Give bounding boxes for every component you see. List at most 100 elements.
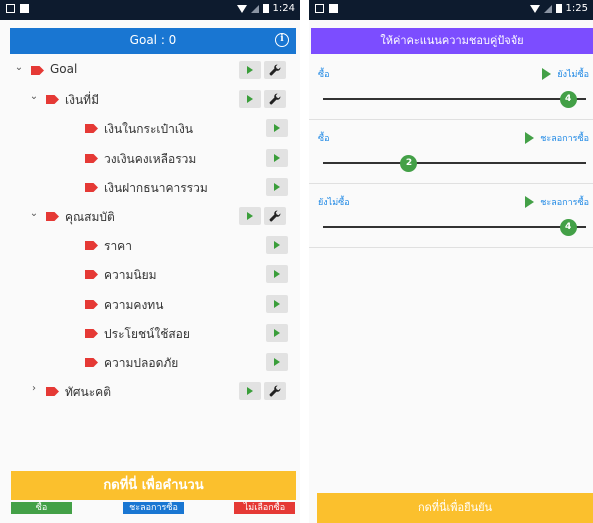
- info-icon[interactable]: i: [275, 33, 289, 47]
- tree-node[interactable]: ความปลอดภัย: [0, 348, 300, 376]
- pair-left-label: ซื้อ: [318, 70, 330, 80]
- wifi-icon: [529, 4, 540, 13]
- pair-rating-card: ซื้อ ยังไม่ซื้อ 4: [309, 57, 593, 120]
- status-time: 1:25: [565, 3, 588, 14]
- chevron-down-icon[interactable]: ⌄: [28, 208, 40, 219]
- tree-node[interactable]: ประโยชน์ใช้สอย: [0, 319, 300, 347]
- goal-title: Goal : 0: [129, 33, 177, 47]
- tree-node-label: ความคงทน: [104, 297, 164, 312]
- goal-header: Goal : 0 i: [10, 28, 296, 54]
- chevron-right-icon[interactable]: ›: [28, 383, 40, 394]
- tag-icon: [85, 299, 98, 309]
- pair-right-text: ยังไม่ซื้อ: [557, 70, 589, 80]
- tag-icon: [46, 387, 59, 397]
- tree-node-label: เงินที่มี: [65, 93, 99, 108]
- play-icon: [247, 212, 253, 220]
- legend-delay: ชะลอการซื้อ: [123, 502, 184, 514]
- play-button[interactable]: [239, 90, 261, 109]
- play-button[interactable]: [266, 353, 288, 371]
- play-button[interactable]: [266, 323, 288, 342]
- settings-button[interactable]: [264, 207, 286, 225]
- play-button[interactable]: [239, 382, 261, 401]
- rating-slider-thumb[interactable]: 4: [559, 91, 577, 108]
- tree-node-label: เงินฝากธนาคารรวม: [104, 180, 208, 195]
- play-button[interactable]: [266, 119, 288, 138]
- tree-node[interactable]: วงเงินคงเหลือรวม: [0, 144, 300, 172]
- tree-node-label: ประโยชน์ใช้สอย: [104, 326, 190, 341]
- pair-right-label: ยังไม่ซื้อ: [542, 67, 589, 81]
- screenshot-icon: [315, 4, 324, 13]
- rating-slider-thumb[interactable]: 4: [559, 219, 577, 236]
- play-icon: [542, 68, 552, 80]
- tree-node[interactable]: เงินฝากธนาคารรวม: [0, 173, 300, 201]
- screenshot-icon: [6, 4, 15, 13]
- rating-slider-track[interactable]: [323, 162, 586, 164]
- pair-left-label: ยังไม่ซื้อ: [318, 198, 350, 208]
- tag-icon: [46, 95, 59, 105]
- wrench-icon: [269, 93, 281, 105]
- tag-icon: [85, 182, 98, 192]
- tree-node[interactable]: ราคา: [0, 231, 300, 259]
- play-button[interactable]: [239, 61, 261, 79]
- play-icon: [247, 66, 253, 74]
- tag-icon: [85, 358, 98, 367]
- tree-node-label: วงเงินคงเหลือรวม: [104, 151, 197, 166]
- tree-node-label: ความปลอดภัย: [104, 356, 179, 370]
- rating-slider-track[interactable]: [323, 226, 586, 228]
- pair-right-text: ชะลอการซื้อ: [540, 134, 589, 144]
- rating-header: ให้ค่าคะแนนความชอบคู่ปัจจัย: [311, 28, 593, 54]
- play-icon: [274, 241, 280, 250]
- screen-divider: [300, 0, 309, 523]
- pairwise-rating-screen: 1:25 ให้ค่าคะแนนความชอบคู่ปัจจัย ซื้อยัง…: [309, 0, 593, 523]
- signal-icon: [543, 4, 552, 13]
- tree-node[interactable]: เงินในกระเป๋าเงิน: [0, 114, 300, 142]
- chevron-down-icon[interactable]: ⌄: [13, 62, 25, 73]
- tag-icon: [85, 241, 98, 251]
- play-button[interactable]: [266, 294, 288, 313]
- settings-button[interactable]: [264, 382, 286, 401]
- chevron-down-icon[interactable]: ⌄: [28, 91, 40, 102]
- settings-button[interactable]: [264, 90, 286, 109]
- tag-icon: [85, 270, 98, 280]
- goal-tree-screen: 1:24 Goal : 0 i ⌄ Goal ⌄ เงินที่มีเงินในกระ…: [0, 0, 300, 523]
- tree-node[interactable]: ⌄ เงินที่มี: [0, 85, 300, 113]
- wrench-icon: [269, 210, 281, 222]
- play-button[interactable]: [239, 207, 261, 225]
- play-button[interactable]: [266, 148, 288, 167]
- status-bar: 1:25: [309, 0, 593, 20]
- status-bar: 1:24: [0, 0, 300, 20]
- signal-icon: [250, 4, 259, 13]
- play-icon: [274, 328, 280, 337]
- tree-node-label: คุณสมบัติ: [65, 210, 115, 224]
- rating-slider-thumb[interactable]: 2: [400, 155, 418, 172]
- battery-icon: [555, 4, 562, 13]
- pair-right-text: ชะลอการซื้อ: [540, 198, 589, 208]
- play-icon: [274, 153, 280, 162]
- tag-icon: [46, 212, 59, 221]
- tree-node[interactable]: ความนิยม: [0, 260, 300, 288]
- calculate-button[interactable]: กดที่นี่ เพื่อคำนวน: [11, 471, 296, 500]
- play-icon: [274, 182, 280, 191]
- status-time: 1:24: [272, 3, 295, 14]
- confirm-button[interactable]: กดที่นี่เพื่อยืนยัน: [317, 493, 593, 523]
- tree-node[interactable]: ⌄ Goal: [0, 56, 300, 84]
- pair-rating-card: ซื้อ ชะลอการซื้อ 2: [309, 121, 593, 184]
- tag-icon: [85, 124, 98, 134]
- play-icon: [274, 124, 280, 133]
- play-icon: [247, 95, 253, 104]
- tree-node[interactable]: › ทัศนะคติ: [0, 377, 300, 405]
- play-button[interactable]: [266, 265, 288, 284]
- play-icon: [274, 270, 280, 279]
- play-button[interactable]: [266, 177, 288, 196]
- tag-icon: [85, 328, 98, 338]
- settings-button[interactable]: [264, 61, 286, 79]
- play-icon: [247, 387, 253, 396]
- tag-icon: [31, 66, 44, 75]
- tree-node[interactable]: ⌄ คุณสมบัติ: [0, 202, 300, 230]
- tree-node-label: Goal: [50, 62, 78, 76]
- tree-node[interactable]: ความคงทน: [0, 290, 300, 318]
- pair-right-label: ชะลอการซื้อ: [525, 195, 589, 209]
- rating-slider-track[interactable]: [323, 98, 586, 100]
- play-button[interactable]: [266, 236, 288, 255]
- tag-icon: [85, 153, 98, 163]
